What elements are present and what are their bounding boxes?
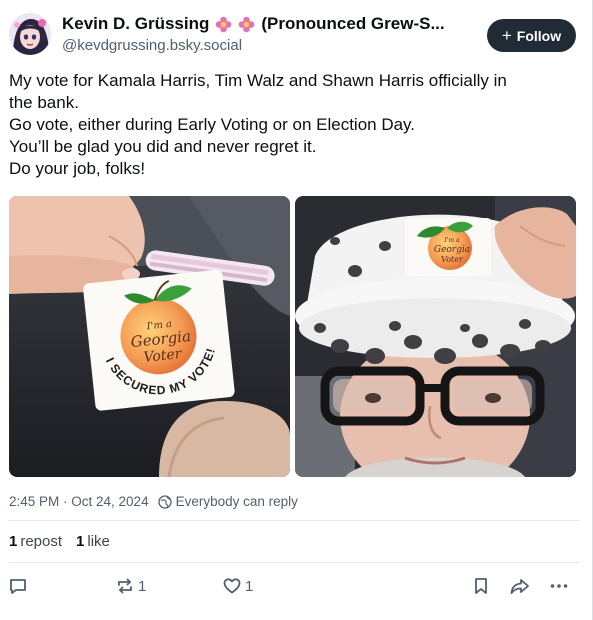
reposts-label: repost <box>20 533 63 550</box>
likes-stat[interactable]: 1 like <box>76 533 110 550</box>
globe-icon <box>157 494 172 509</box>
divider <box>9 562 579 563</box>
post-body: My vote for Kamala Harris, Tim Walz and … <box>9 70 579 180</box>
reply-setting[interactable]: Everybody can reply <box>176 494 298 509</box>
author-name-suffix[interactable]: (Pronounced Grew-S... <box>261 14 444 34</box>
reply-icon <box>10 579 26 594</box>
selfie-photo[interactable]: I'm a Georgia Voter <box>295 196 576 477</box>
plus-icon: + <box>501 26 512 45</box>
post-line: Go vote, either during Early Voting or o… <box>9 115 416 134</box>
post-line: You’ll be glad you did and never regret … <box>9 137 317 156</box>
like-count: 1 <box>245 577 254 595</box>
flower-emoji-icon <box>238 16 255 33</box>
repost-button[interactable]: 1 <box>115 576 146 596</box>
author-name-row: Kevin D. Grüssing (Pronounced Grew-S... <box>62 14 445 34</box>
likes-count: 1 <box>76 533 85 550</box>
flower-emoji-icon <box>215 16 232 33</box>
author-name[interactable]: Kevin D. Grüssing <box>62 14 209 34</box>
repost-icon <box>118 578 132 594</box>
post-line: the bank. <box>9 93 79 112</box>
author-handle[interactable]: @kevdgrussing.bsky.social <box>62 37 242 54</box>
follow-label: Follow <box>516 27 562 44</box>
follow-button[interactable]: + Follow <box>487 19 576 52</box>
reposts-stat[interactable]: 1 repost <box>9 533 62 550</box>
more-icon <box>550 584 568 588</box>
heart-icon <box>223 578 241 594</box>
reply-button[interactable] <box>8 576 28 596</box>
avatar[interactable] <box>9 13 51 55</box>
post-line: Do your job, folks! <box>9 159 146 178</box>
share-button[interactable] <box>509 576 531 596</box>
bookmark-icon <box>475 578 487 594</box>
sticker-photo[interactable]: I'm a Georgia Voter I SECURED MY VOTE! <box>9 196 290 477</box>
share-icon <box>510 579 529 594</box>
post-timestamp[interactable]: 2:45 PM · Oct 24, 2024 <box>9 494 149 509</box>
sticker-text: Voter <box>441 255 464 264</box>
divider <box>9 520 579 521</box>
sticker-text: Georgia <box>434 245 470 255</box>
reposts-count: 1 <box>9 533 18 550</box>
repost-count: 1 <box>138 577 147 595</box>
post-stats: 1 repost 1 like <box>9 533 110 550</box>
likes-label: like <box>87 533 110 550</box>
sticker-text: I'm a <box>443 237 460 244</box>
bookmark-button[interactable] <box>471 576 491 596</box>
like-button[interactable]: 1 <box>222 576 253 596</box>
post-meta: 2:45 PM · Oct 24, 2024 Everybody can rep… <box>9 494 298 509</box>
post-line: My vote for Kamala Harris, Tim Walz and … <box>9 71 507 90</box>
more-button[interactable] <box>549 576 569 596</box>
action-bar: 1 1 <box>0 576 593 600</box>
